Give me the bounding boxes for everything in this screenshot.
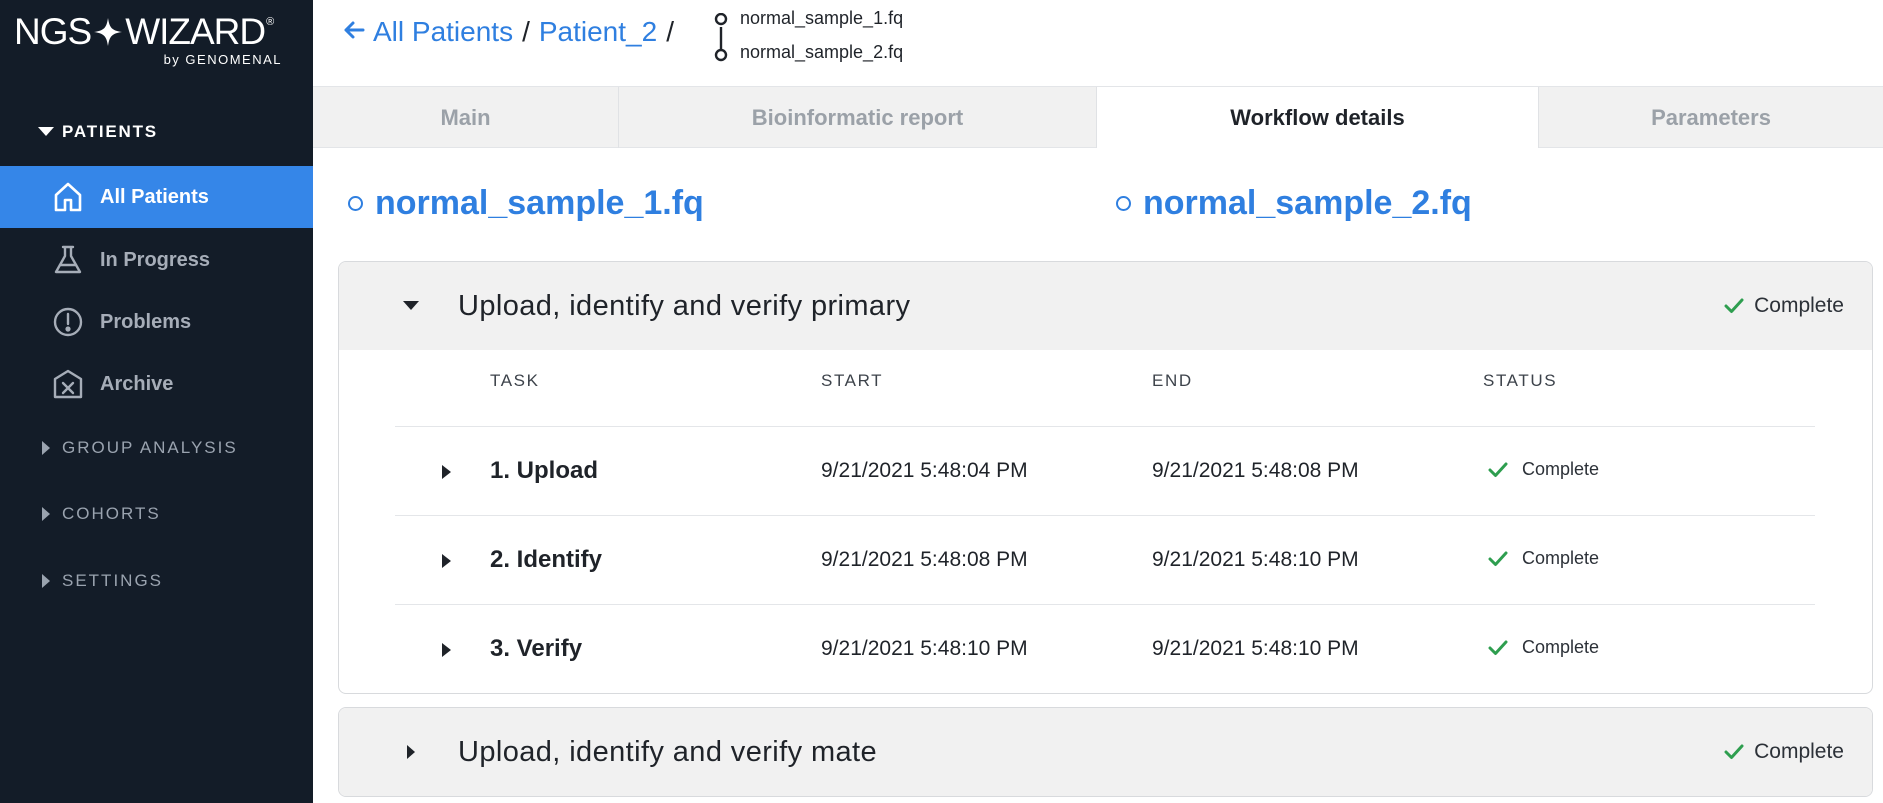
- breadcrumb-file-1: normal_sample_1.fq: [740, 8, 904, 28]
- sidebar: NGS WIZARD ® by GENOMENAL PATIENTS All P…: [0, 0, 313, 803]
- workflow-step-panel: Upload, identify and verify mate Complet…: [338, 707, 1873, 797]
- status-text: Complete: [1754, 294, 1844, 317]
- breadcrumb-patient-link[interactable]: Patient_2: [539, 16, 657, 48]
- check-icon: [1488, 640, 1508, 655]
- ring-icon: [348, 196, 363, 211]
- archive-box-icon: [52, 368, 84, 400]
- column-header-status: STATUS: [1483, 371, 1558, 390]
- logo-text-right: WIZARD: [125, 11, 266, 52]
- check-icon: [1724, 298, 1744, 313]
- sample-header-1: normal_sample_1.fq: [348, 184, 704, 223]
- sparkle-icon: [94, 18, 123, 46]
- sample-name[interactable]: normal_sample_2.fq: [1143, 184, 1472, 223]
- logo-text-left: NGS: [14, 11, 92, 52]
- task-start: 9/21/2021 5:48:08 PM: [821, 548, 1028, 571]
- tab-bioinformatic-report[interactable]: Bioinformatic report: [619, 87, 1097, 148]
- tab-workflow-details[interactable]: Workflow details: [1097, 87, 1539, 148]
- check-icon: [1724, 744, 1744, 759]
- task-end: 9/21/2021 5:48:08 PM: [1152, 459, 1359, 482]
- workflow-step-header[interactable]: Upload, identify and verify mate Complet…: [339, 708, 1872, 796]
- page-header: All Patients / Patient_2 / normal_sample…: [313, 0, 1883, 87]
- status-text: Complete: [1522, 548, 1600, 568]
- column-header-task: TASK: [490, 371, 540, 390]
- sidebar-item-label: In Progress: [100, 248, 211, 271]
- sidebar-item-in-progress[interactable]: In Progress: [0, 229, 313, 291]
- task-status: Complete: [1488, 548, 1599, 569]
- check-icon: [1488, 462, 1508, 477]
- task-end: 9/21/2021 5:48:10 PM: [1152, 637, 1359, 660]
- nav-section-label: SETTINGS: [62, 571, 164, 590]
- nav-section-group-analysis[interactable]: GROUP ANALYSIS: [0, 428, 313, 468]
- workflow-step-header[interactable]: Upload, identify and verify primary Comp…: [339, 262, 1872, 350]
- task-status: Complete: [1488, 459, 1599, 480]
- nav-section-cohorts[interactable]: COHORTS: [0, 494, 313, 534]
- home-icon: [52, 181, 84, 213]
- breadcrumb: All Patients / Patient_2 /: [343, 16, 683, 48]
- caret-right-icon: [36, 441, 56, 455]
- tab-parameters[interactable]: Parameters: [1539, 87, 1883, 148]
- sidebar-item-label: Archive: [100, 372, 174, 395]
- sidebar-item-all-patients[interactable]: All Patients: [0, 166, 313, 228]
- flask-icon: [52, 244, 84, 276]
- breadcrumb-file-2: normal_sample_2.fq: [740, 42, 904, 62]
- check-icon: [1488, 551, 1508, 566]
- tab-bar: Main Bioinformatic report Workflow detai…: [313, 87, 1883, 148]
- alert-circle-icon: [52, 306, 84, 338]
- breadcrumb-separator: /: [666, 16, 674, 47]
- sample-name[interactable]: normal_sample_1.fq: [375, 184, 704, 223]
- tab-main[interactable]: Main: [313, 87, 619, 148]
- caret-right-icon: [36, 574, 56, 588]
- sidebar-item-label: Problems: [100, 310, 192, 333]
- task-start: 9/21/2021 5:48:04 PM: [821, 459, 1028, 482]
- caret-right-icon[interactable]: [439, 641, 453, 659]
- workflow-step-title: Upload, identify and verify mate: [458, 735, 878, 768]
- caret-right-icon: [36, 507, 56, 521]
- column-header-end: END: [1152, 371, 1193, 390]
- status-text: Complete: [1754, 740, 1844, 763]
- task-name: 3. Verify: [490, 635, 583, 662]
- sample-header-2: normal_sample_2.fq: [1116, 184, 1472, 223]
- task-start: 9/21/2021 5:48:10 PM: [821, 637, 1028, 660]
- task-name: 1. Upload: [490, 457, 599, 484]
- sidebar-item-archive[interactable]: Archive: [0, 353, 313, 415]
- task-end: 9/21/2021 5:48:10 PM: [1152, 548, 1359, 571]
- caret-right-icon[interactable]: [439, 552, 453, 570]
- nav-section-patients[interactable]: PATIENTS: [0, 112, 313, 152]
- logo-registered-mark: ®: [266, 16, 274, 28]
- ring-icon: [1116, 196, 1131, 211]
- status-text: Complete: [1522, 637, 1600, 657]
- caret-right-icon: [401, 742, 421, 762]
- status-text: Complete: [1522, 459, 1600, 479]
- task-table: TASK START END STATUS 1. Upload 9/21/202…: [395, 350, 1815, 693]
- arrow-left-icon[interactable]: [343, 16, 365, 48]
- file-pair-connector-icon: [714, 13, 728, 62]
- caret-down-icon: [401, 296, 421, 316]
- caret-down-icon: [36, 127, 56, 137]
- table-row[interactable]: 2. Identify 9/21/2021 5:48:08 PM 9/21/20…: [395, 515, 1815, 604]
- table-row[interactable]: 3. Verify 9/21/2021 5:48:10 PM 9/21/2021…: [395, 604, 1815, 693]
- column-header-start: START: [821, 371, 884, 390]
- breadcrumb-separator: /: [522, 16, 530, 47]
- workflow-step-title: Upload, identify and verify primary: [458, 289, 911, 322]
- sidebar-item-problems[interactable]: Problems: [0, 291, 313, 353]
- table-row[interactable]: 1. Upload 9/21/2021 5:48:04 PM 9/21/2021…: [395, 426, 1815, 515]
- task-status: Complete: [1488, 637, 1599, 658]
- caret-right-icon[interactable]: [439, 463, 453, 481]
- task-name: 2. Identify: [490, 546, 603, 573]
- breadcrumb-files: normal_sample_1.fq normal_sample_2.fq: [713, 6, 973, 66]
- nav-section-settings[interactable]: SETTINGS: [0, 561, 313, 601]
- logo-subtitle: by GENOMENAL: [163, 52, 282, 67]
- workflow-step-panel: Upload, identify and verify primary Comp…: [338, 261, 1873, 694]
- sidebar-item-label: All Patients: [100, 185, 209, 208]
- nav-section-label: GROUP ANALYSIS: [62, 438, 238, 457]
- workflow-step-status: Complete: [1724, 740, 1844, 764]
- breadcrumb-all-patients-link[interactable]: All Patients: [373, 16, 513, 48]
- workflow-step-status: Complete: [1724, 294, 1844, 318]
- app-logo[interactable]: NGS WIZARD ® by GENOMENAL: [14, 12, 304, 72]
- nav-section-label: COHORTS: [62, 504, 161, 523]
- nav-section-label: PATIENTS: [62, 122, 158, 141]
